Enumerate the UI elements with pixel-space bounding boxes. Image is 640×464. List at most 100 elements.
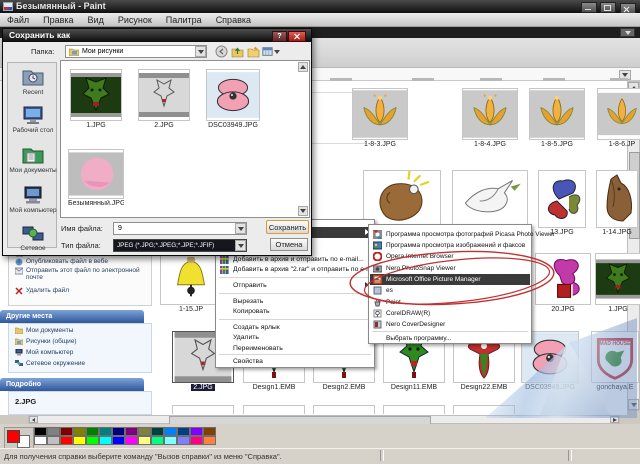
up-folder-button[interactable] [231,45,244,58]
context-menu-item-create-shortcut[interactable]: Создать ярлык [217,322,373,333]
dialog-close-button[interactable] [288,31,306,42]
place-desktop[interactable]: Рабочий стол [8,105,58,134]
open-with-choose-program[interactable]: Выбрать программу... [370,334,530,345]
back-button[interactable] [215,45,228,58]
scroll-left-button[interactable] [29,416,38,423]
file-thumbnail[interactable]: 1-15.JP [160,253,222,313]
menu-edit[interactable]: Правка [36,15,80,25]
cancel-button[interactable]: Отмена [270,238,308,251]
palette-color[interactable] [86,427,99,436]
list-scroll-down[interactable] [298,206,308,216]
file-thumbnail[interactable]: 1-8-6.JP [597,88,640,148]
palette-color[interactable] [60,427,73,436]
details-header[interactable]: Подробно [0,378,144,391]
menu-view[interactable]: Вид [81,15,111,25]
place-my-documents[interactable]: Мои документы [8,145,58,174]
foreground-color-swatch[interactable] [7,430,20,443]
palette-color[interactable] [47,427,60,436]
place-recent[interactable]: Recent [8,67,58,96]
open-with-nero-cover[interactable]: Nero CoverDesigner [370,319,530,330]
palette-color[interactable] [203,427,216,436]
filetype-dropdown-button[interactable] [235,240,246,251]
file-thumbnail[interactable]: 1-14.JPG [596,170,638,236]
palette-color[interactable] [47,436,60,445]
place-my-computer[interactable]: Мой компьютер [8,185,58,214]
palette-color[interactable] [151,436,164,445]
open-with-nero-photosnap[interactable]: Nero PhotoSnap Viewer [370,263,530,274]
dialog-file-thumbnail[interactable]: 1.JPG [70,69,122,129]
palette-color[interactable] [203,436,216,445]
dialog-file-thumbnail[interactable]: 2.JPG [138,69,190,129]
context-menu-item-properties[interactable]: Свойства [217,357,373,368]
views-button[interactable] [262,45,280,58]
palette-color[interactable] [112,436,125,445]
open-with-picasa[interactable]: Программа просмотра фотографий Picasa Ph… [370,229,555,240]
palette-color[interactable] [73,427,86,436]
place-network[interactable]: Сетевое [8,225,58,252]
palette-color[interactable] [60,436,73,445]
current-color-well[interactable] [4,427,34,450]
menu-help[interactable]: Справка [209,15,258,25]
palette-color[interactable] [177,436,190,445]
palette-color[interactable] [125,436,138,445]
file-thumbnail[interactable]: 1-8-3.JPG [352,88,408,148]
dialog-file-thumbnail[interactable]: DSC03949.JPG [206,69,260,129]
palette-color[interactable] [164,436,177,445]
palette-color[interactable] [151,427,164,436]
task-publish-file[interactable]: Опубликовать файл в вебе [15,258,149,266]
palette-color[interactable] [34,427,47,436]
palette-color[interactable] [138,427,151,436]
file-thumbnail[interactable]: 1-8-4.JPG [462,88,518,148]
palette-color[interactable] [34,436,47,445]
folder-select[interactable]: Мои рисунки [65,45,207,58]
place-shared-pictures[interactable]: Рисунки (общие) [15,338,149,345]
menu-file[interactable]: Файл [0,15,36,25]
palette-color[interactable] [190,427,203,436]
palette-color[interactable] [177,427,190,436]
palette-color[interactable] [138,436,151,445]
filename-dropdown-button[interactable] [235,223,246,234]
explorer-toolbar-button[interactable] [620,28,635,37]
menu-palette[interactable]: Палитра [159,15,209,25]
open-with-paint[interactable]: Paint [370,297,530,308]
file-thumbnail[interactable]: 13.JPG [538,170,586,236]
palette-color[interactable] [125,427,138,436]
file-thumbnail[interactable]: 1-8-5.JPG [529,88,585,148]
folder-dropdown-button[interactable] [195,46,206,57]
context-menu-item-copy[interactable]: Копировать [217,307,373,318]
context-menu-item-add-archive-rar-email[interactable]: Добавить в архив "2.rar" и отправить по … [217,265,379,276]
palette-color[interactable] [112,427,125,436]
maximize-button[interactable] [600,2,617,13]
context-menu-item-send-to[interactable]: Отправить [217,280,373,291]
list-scroll-up[interactable] [298,62,308,72]
place-my-documents[interactable]: Мои документы [15,327,149,334]
open-with-ms-picture-manager[interactable]: Microsoft Office Picture Manager [370,274,530,285]
other-places-header[interactable]: Другие места [0,310,144,323]
open-with-es[interactable]: es [370,286,530,297]
place-network[interactable]: Сетевое окружение [15,360,149,367]
save-button[interactable]: Сохранить [266,220,309,234]
task-email-file[interactable]: Отправить этот файл по электронной почте [15,267,149,281]
palette-color[interactable] [73,436,86,445]
filename-input[interactable]: 9 [113,222,247,235]
file-thumbnail[interactable] [452,170,528,228]
palette-color[interactable] [164,427,177,436]
open-with-image-fax-viewer[interactable]: Программа просмотра изображений и факсов [370,240,530,251]
context-menu-item-cut[interactable]: Вырезать [217,296,373,307]
context-menu-item-delete[interactable]: Удалить [217,333,373,344]
task-delete-file[interactable]: Удалить файл [15,287,149,295]
dialog-file-thumbnail[interactable]: Безымянный.JPG [68,149,124,207]
new-folder-button[interactable] [247,45,260,58]
palette-color[interactable] [99,427,112,436]
open-with-opera[interactable]: Opera Internet Browser [370,252,530,263]
menu-image[interactable]: Рисунок [111,15,159,25]
open-with-coreldraw[interactable]: CorelDRAW(R) [370,308,530,319]
place-my-computer[interactable]: Мой компьютер [15,349,149,356]
palette-color[interactable] [86,436,99,445]
minimize-button[interactable] [580,2,597,13]
dialog-help-button[interactable]: ? [272,31,287,42]
file-thumbnail[interactable]: 20.JPG [535,253,591,313]
file-thumbnail[interactable]: 1.JPG [595,253,640,313]
context-menu-item-rename[interactable]: Переименовать [217,343,373,354]
filetype-select[interactable]: JPEG (*.JPG;*.JPEG;*.JPE;*.JFIF) [113,239,247,252]
